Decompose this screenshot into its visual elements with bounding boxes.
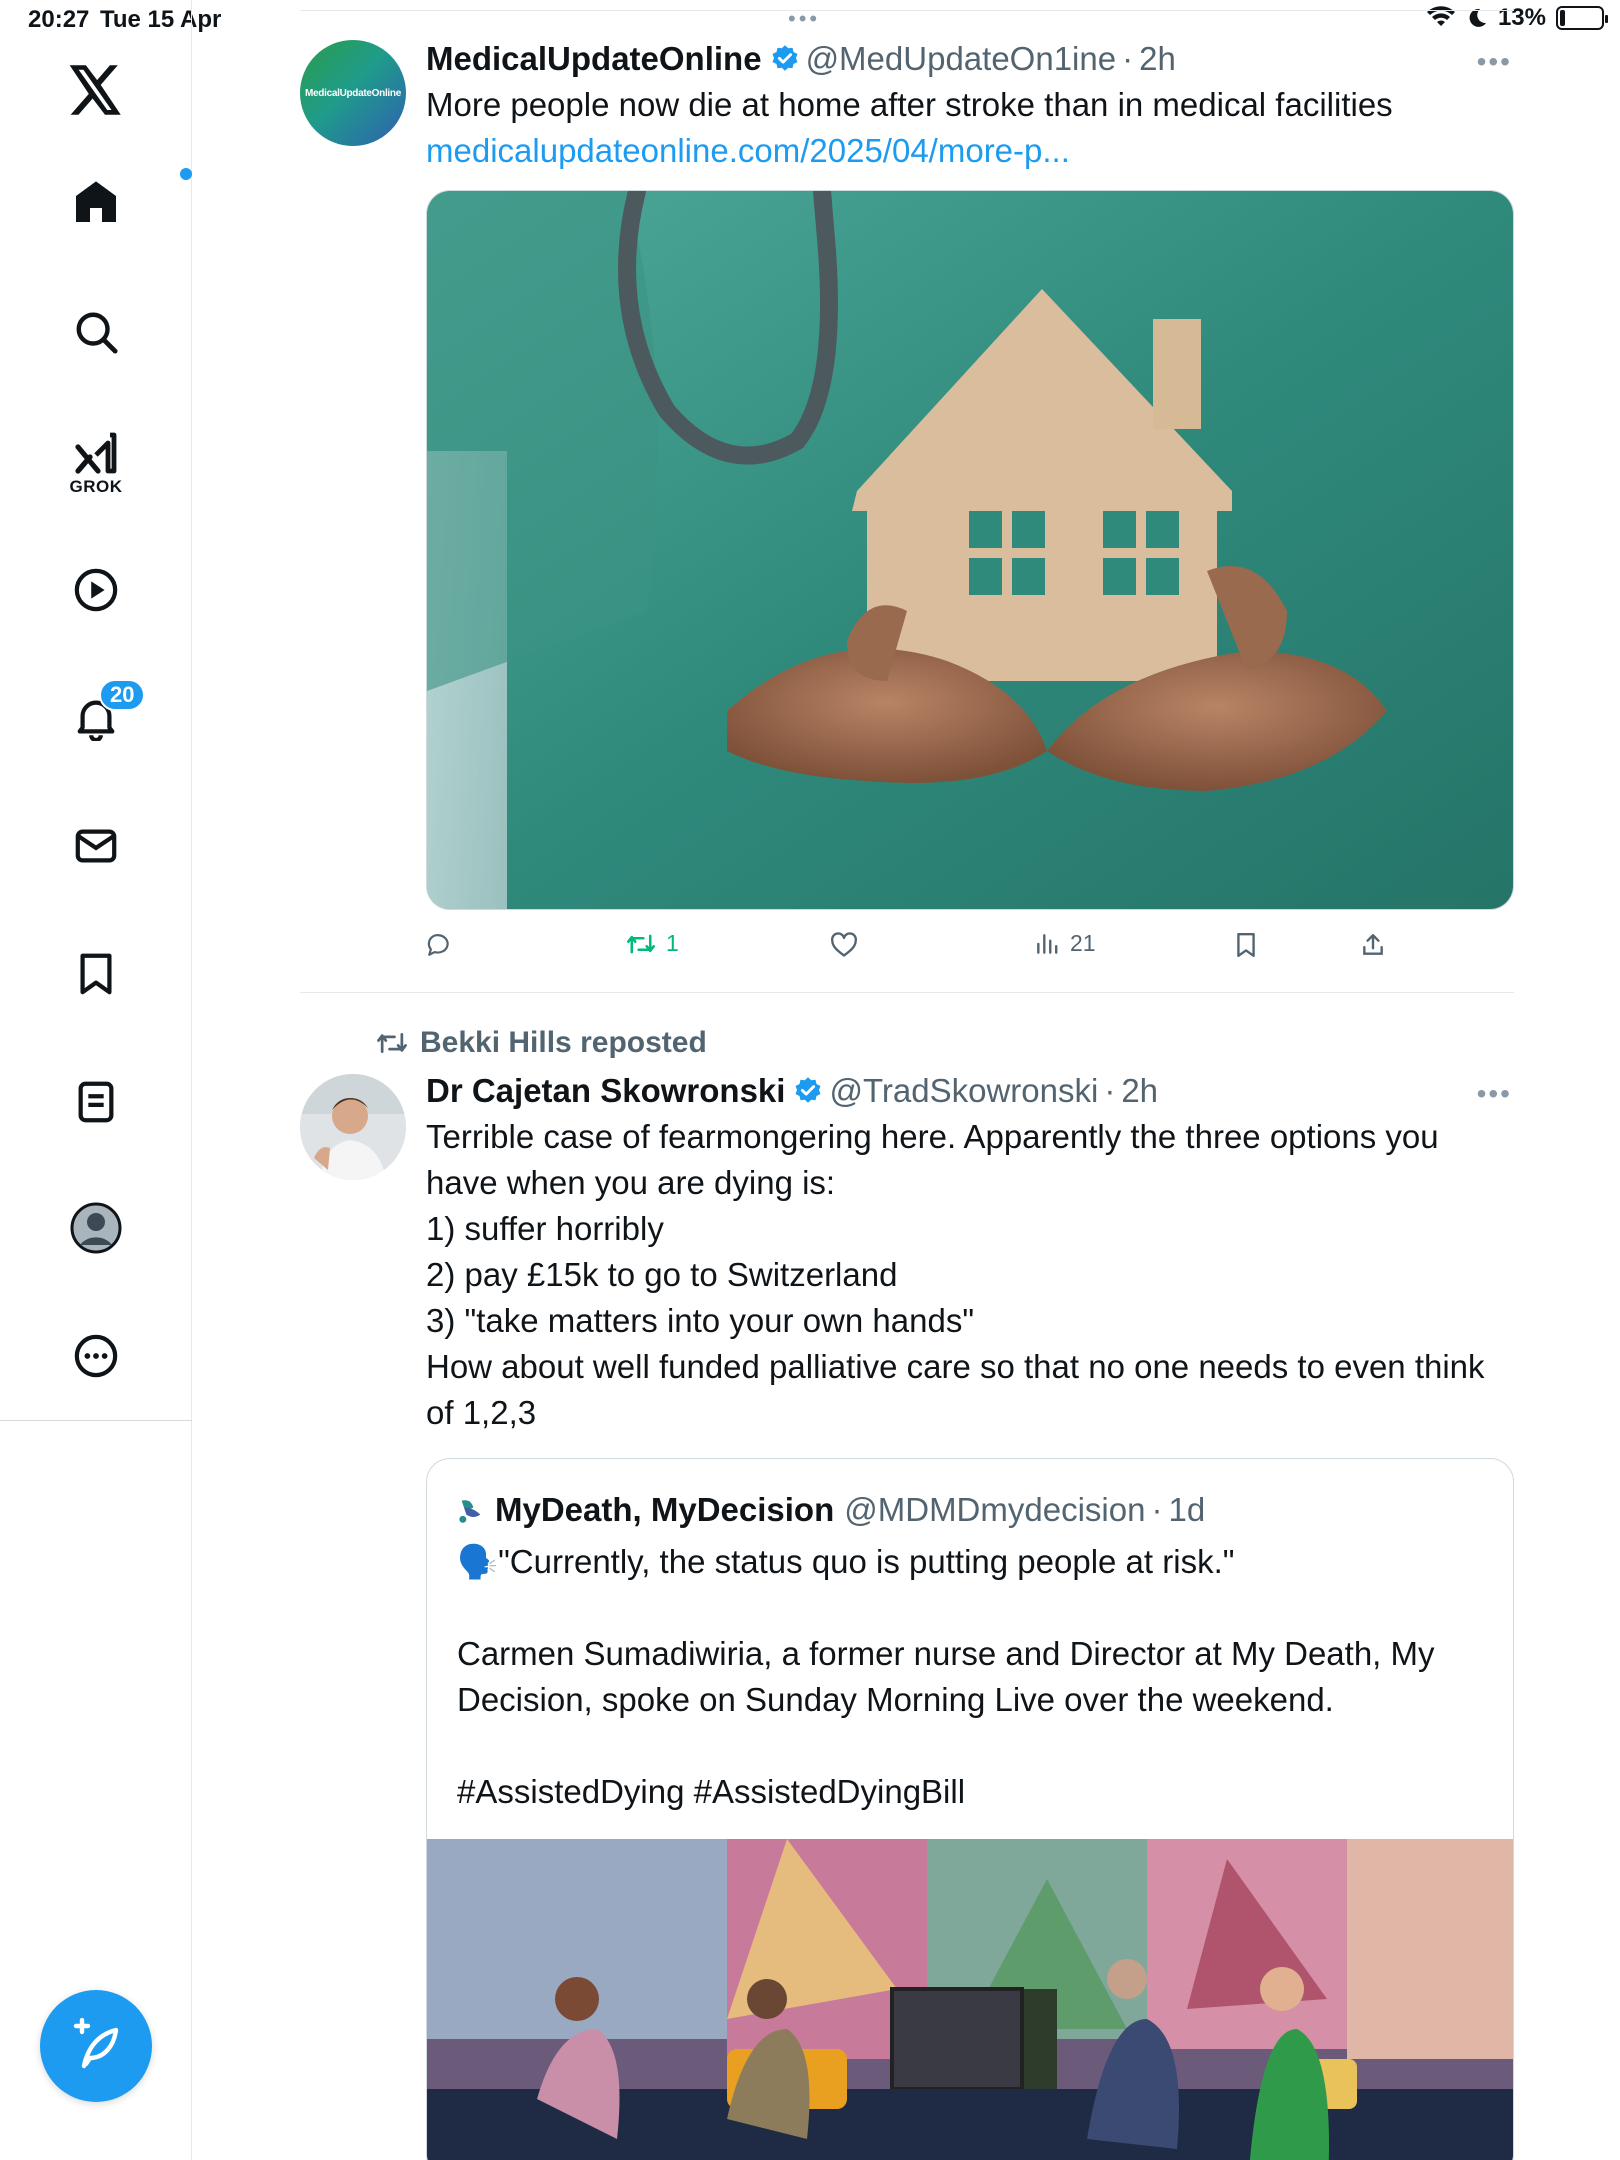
tweet-text-line: 2) pay £15k to go to Switzerland (426, 1256, 898, 1293)
house-in-hands-image (427, 191, 1513, 909)
sidebar: GROK 20 (0, 0, 192, 2160)
quote-author-handle[interactable]: @MDMDmydecision (844, 1489, 1145, 1531)
envelope-icon (75, 829, 117, 863)
like-button[interactable] (830, 932, 858, 958)
avatar[interactable]: MedicalUpdateOnline (300, 40, 406, 146)
bookmark-icon (80, 953, 112, 995)
sidebar-item-notifications[interactable]: 20 (0, 679, 192, 748)
views-button[interactable]: 21 (1034, 930, 1096, 957)
timeline: MedicalUpdateOnline MedicalUpdateOnline … (300, 0, 1514, 2160)
repost-label: Bekki Hills reposted (420, 1026, 707, 1059)
views-count: 21 (1070, 930, 1096, 956)
share-icon (1363, 934, 1383, 955)
tweet-text: More people now die at home after stroke… (426, 86, 1393, 123)
tweet-link[interactable]: medicalupdateonline.com/2025/04/more-p..… (426, 128, 1514, 174)
grok-icon (75, 432, 117, 474)
tv-studio-image (427, 1839, 1513, 2160)
more-options-icon[interactable]: ••• (1477, 1078, 1512, 1110)
quoted-tweet[interactable]: MyDeath, MyDecision @MDMDmydecision · 1d… (426, 1458, 1514, 2160)
quote-separator: · (1151, 1491, 1163, 1528)
x-logo-icon (69, 65, 121, 115)
sidebar-item-more[interactable] (0, 1326, 192, 1386)
reply-icon (427, 934, 449, 956)
sidebar-divider (0, 1420, 192, 1421)
feed-top-divider (300, 10, 1514, 11)
avatar[interactable] (300, 1074, 406, 1180)
quote-text-line: Carmen Sumadiwiria, a former nurse and D… (457, 1635, 1435, 1718)
share-button[interactable] (1360, 932, 1386, 958)
sidebar-item-grok[interactable]: GROK (0, 424, 192, 504)
tweet-time[interactable]: 2h (1139, 38, 1176, 80)
quote-avatar-icon (457, 1496, 485, 1524)
bookmark-button[interactable] (1234, 932, 1258, 958)
sidebar-item-lists[interactable] (0, 1072, 192, 1132)
tweet-text: Terrible case of fearmongering here. App… (426, 1114, 1514, 1436)
quote-text-line (457, 1723, 1483, 1769)
author-name[interactable]: Dr Cajetan Skowronski (426, 1070, 785, 1112)
quote-author-name[interactable]: MyDeath, MyDecision (495, 1489, 834, 1531)
quote-video-thumbnail[interactable] (427, 1839, 1513, 2160)
tweet-header: MedicalUpdateOnline @MedUpdateOn1ine · 2… (426, 38, 1514, 80)
tweet-text-line: 3) "take matters into your own hands" (426, 1302, 975, 1339)
home-icon (76, 181, 116, 222)
tweet-image[interactable] (426, 190, 1514, 910)
quote-text: 🗣️"Currently, the status quo is putting … (427, 1531, 1513, 1815)
tweet-time[interactable]: 2h (1121, 1070, 1158, 1112)
sidebar-item-home[interactable] (0, 168, 192, 232)
repost-icon (377, 1033, 407, 1053)
tweet-text-line: How about well funded palliative care so… (426, 1348, 1485, 1431)
quote-text-line: #AssistedDying #AssistedDyingBill (457, 1773, 966, 1810)
retweet-button[interactable]: 1 (626, 930, 679, 957)
home-unread-dot (180, 168, 192, 180)
battery-icon (1556, 6, 1608, 30)
quote-text-line: 🗣️"Currently, the status quo is putting … (457, 1543, 1235, 1580)
x-logo[interactable] (0, 58, 192, 122)
author-name[interactable]: MedicalUpdateOnline (426, 38, 762, 80)
verified-badge-icon (770, 44, 800, 74)
sidebar-item-video[interactable] (0, 560, 192, 620)
heart-icon (831, 932, 857, 957)
quote-text-line (457, 1585, 1483, 1631)
sidebar-item-search[interactable] (0, 302, 192, 362)
notifications-badge: 20 (99, 679, 146, 711)
tweet-text-line: 1) suffer horribly (426, 1210, 664, 1247)
avatar-logo-text: MedicalUpdateOnline (305, 87, 401, 99)
sidebar-item-messages[interactable] (0, 816, 192, 876)
sidebar-item-bookmarks[interactable] (0, 944, 192, 1004)
header-separator: · (1104, 1072, 1116, 1109)
profile-avatar-icon (70, 1202, 122, 1254)
search-icon (76, 312, 118, 354)
more-options-icon[interactable]: ••• (1477, 46, 1512, 78)
bookmark-icon (1237, 932, 1255, 958)
quote-header: MyDeath, MyDecision @MDMDmydecision · 1d (427, 1459, 1513, 1531)
author-handle[interactable]: @MedUpdateOn1ine (806, 38, 1117, 80)
verified-badge-icon (793, 1076, 823, 1106)
play-video-icon (74, 568, 118, 612)
reply-button[interactable] (426, 932, 452, 958)
retweet-icon (627, 934, 655, 953)
compose-feather-icon (73, 2018, 119, 2069)
author-handle[interactable]: @TradSkowronski (829, 1070, 1098, 1112)
header-separator: · (1122, 40, 1134, 77)
compose-post-button[interactable] (40, 1990, 152, 2102)
tweet-header: Dr Cajetan Skowronski @TradSkowronski · … (426, 1070, 1514, 1112)
tweet-actions: 1 21 (426, 926, 1514, 970)
author-photo (300, 1074, 406, 1180)
tweet-divider (300, 992, 1514, 993)
views-bar-chart-icon (1037, 933, 1058, 954)
lists-icon (78, 1081, 114, 1123)
tweet-text-line: Terrible case of fearmongering here. App… (426, 1118, 1439, 1201)
grok-label: GROK (69, 477, 123, 496)
repost-indicator[interactable]: Bekki Hills reposted (376, 1026, 707, 1060)
retweet-count: 1 (666, 930, 679, 956)
quote-time[interactable]: 1d (1168, 1489, 1205, 1531)
more-circle-icon (74, 1334, 118, 1378)
sidebar-item-profile[interactable] (0, 1198, 192, 1258)
